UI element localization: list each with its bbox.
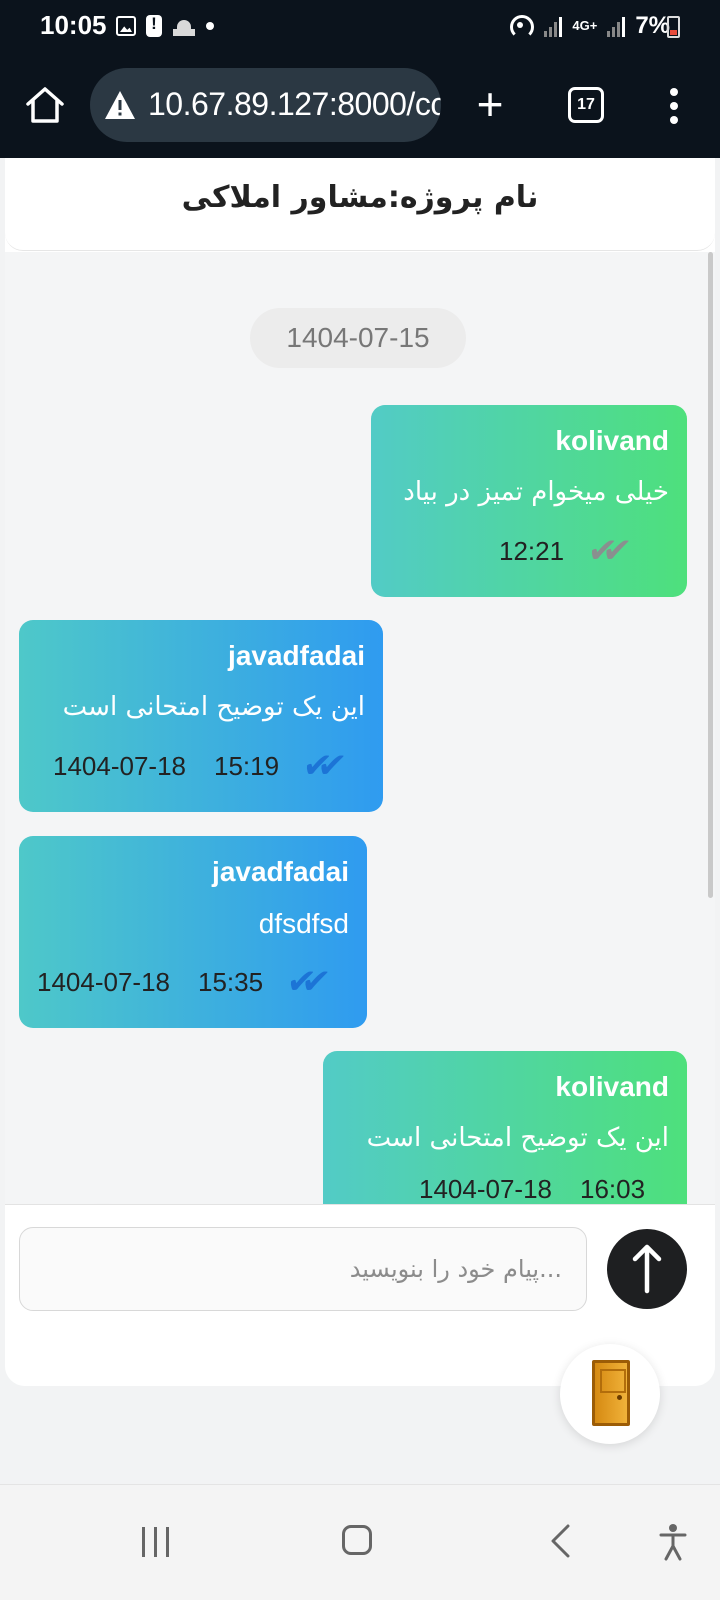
- message-date: 1404-07-18: [37, 966, 170, 997]
- notification-icons: [116, 14, 214, 38]
- accessibility-icon[interactable]: [658, 1523, 688, 1561]
- date-separator: 1404-07-15: [250, 308, 466, 368]
- mosque-icon: [172, 14, 196, 38]
- status-bar: 10:05 4G+ 7%: [0, 0, 720, 54]
- send-button[interactable]: [607, 1229, 687, 1309]
- message-bubble[interactable]: javadfadai این یک توضیح امتحانی است 1404…: [19, 620, 383, 812]
- delivered-ticks-icon: ✔✔: [585, 531, 620, 571]
- message-sender: javadfadai: [228, 640, 365, 671]
- message-sender: kolivand: [555, 425, 669, 456]
- message-time: 15:35: [198, 966, 264, 997]
- image-icon: [116, 16, 136, 36]
- message-meta: 1404-07-18 16:03: [419, 1171, 669, 1207]
- message-meta: 1404-07-18 15:19 ✔✔: [53, 746, 335, 786]
- not-secure-icon[interactable]: [104, 90, 136, 120]
- message-text: خیلی میخوام تمیز در بیاد: [403, 477, 669, 507]
- message-text: این یک توضیح امتحانی است: [62, 692, 365, 722]
- plus-icon: +: [476, 78, 504, 130]
- message-date: 1404-07-18: [53, 750, 186, 781]
- home-button[interactable]: [22, 82, 68, 128]
- message-meta: 12:21 ✔✔: [499, 531, 620, 571]
- more-menu-button[interactable]: [664, 84, 684, 126]
- home-nav-icon[interactable]: [342, 1525, 372, 1555]
- message-time: 12:21: [499, 535, 565, 566]
- browser-toolbar: 10.67.89.127:8000/cc + 17: [0, 54, 720, 158]
- chat-container: نام پروژه:مشاور املاکی 1404-07-15 koliva…: [5, 158, 715, 1386]
- tab-count: 17: [577, 96, 595, 113]
- message-text: این یک توضیح امتحانی است: [366, 1123, 669, 1153]
- door-icon: [592, 1360, 630, 1426]
- new-tab-button[interactable]: +: [470, 81, 510, 128]
- recents-icon[interactable]: [140, 1527, 172, 1557]
- message-sender: javadfadai: [212, 856, 349, 887]
- signal-icon: [605, 15, 627, 37]
- battery-percent: 7%: [635, 12, 670, 39]
- home-icon: [26, 87, 64, 123]
- tabs-button[interactable]: 17: [568, 87, 604, 123]
- network-type: 4G+: [572, 18, 598, 33]
- hotspot-icon: [508, 13, 535, 39]
- status-time: 10:05: [40, 10, 107, 40]
- read-ticks-icon: ✔✔: [284, 962, 319, 1002]
- signal-icon: [542, 15, 564, 37]
- battery-icon: [667, 16, 680, 38]
- scrollbar[interactable]: [708, 252, 713, 898]
- message-text: dfsdfsd: [258, 908, 349, 939]
- address-bar[interactable]: 10.67.89.127:8000/cc: [90, 68, 441, 142]
- back-icon[interactable]: [548, 1523, 572, 1559]
- message-bubble[interactable]: kolivand خیلی میخوام تمیز در بیاد 12:21 …: [371, 405, 687, 597]
- message-sender: kolivand: [555, 1071, 669, 1102]
- system-navigation-bar: [0, 1484, 720, 1600]
- project-title: نام پروژه:مشاور املاکی: [181, 180, 539, 215]
- message-time: 15:19: [214, 750, 280, 781]
- read-ticks-icon: ✔✔: [300, 746, 335, 786]
- arrow-up-icon: [632, 1244, 662, 1294]
- more-vert-icon: [670, 88, 678, 96]
- chat-header: نام پروژه:مشاور املاکی: [5, 158, 715, 251]
- alert-icon: [146, 14, 162, 37]
- message-bubble[interactable]: javadfadai dfsdfsd 1404-07-18 15:35 ✔✔: [19, 836, 367, 1028]
- web-page: نام پروژه:مشاور املاکی 1404-07-15 koliva…: [0, 158, 720, 1484]
- message-time: 16:03: [580, 1173, 646, 1204]
- system-icons: 4G+ 7%: [508, 12, 670, 40]
- dot-icon: [206, 22, 214, 30]
- message-date: 1404-07-18: [419, 1173, 552, 1204]
- message-meta: 1404-07-18 15:35 ✔✔: [37, 962, 319, 1002]
- message-input[interactable]: [19, 1227, 587, 1311]
- url-text[interactable]: 10.67.89.127:8000/cc: [148, 86, 441, 123]
- exit-button[interactable]: [560, 1344, 660, 1444]
